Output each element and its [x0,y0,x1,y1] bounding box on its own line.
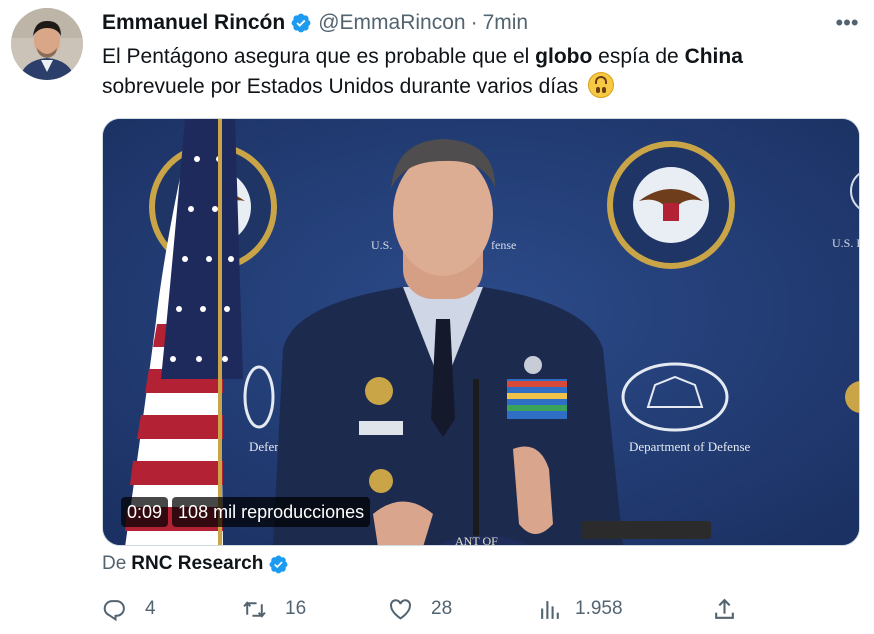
svg-text:fense: fense [491,238,516,252]
retweet-icon [243,600,266,618]
views-button[interactable]: 1.958 [538,597,623,622]
tweet-actions: 4 16 28 1.958 [102,593,747,625]
source-prefix: De [102,553,127,574]
svg-text:ANT OF: ANT OF [455,534,498,546]
tweet-time[interactable]: 7min [483,11,529,35]
tweet-text-part: espía de [592,45,685,68]
video-overlay: 0:09 108 mil reproducciones [121,497,371,527]
svg-text:U.S. D: U.S. D [832,236,860,250]
tweet-header: Emmanuel Rincón @EmmaRincon · 7min ••• [102,9,862,37]
tweet-text-part: sobrevuele por Estados Unidos durante va… [102,75,579,98]
video-player[interactable]: U.S. D U.S. fense Department of Defense … [102,118,860,546]
reply-button[interactable]: 4 [102,597,156,622]
avatar[interactable] [11,8,83,80]
views-count: 1.958 [575,598,623,619]
avatar-photo [11,8,83,80]
tweet-text-bold: globo [535,45,593,68]
video-frame: U.S. D U.S. fense Department of Defense … [103,119,860,546]
like-button[interactable]: 28 [388,597,452,622]
tweet-text-part: El Pentágono asegura que es probable que… [102,45,536,68]
video-source: De RNC Research [102,553,289,575]
svg-text:Department of Defense: Department of Defense [629,439,751,454]
tweet-text: El Pentágono asegura que es probable que… [102,42,852,102]
source-name[interactable]: RNC Research [131,553,263,575]
author-name[interactable]: Emmanuel Rincón [102,11,285,35]
upside-down-face-emoji-icon [588,72,615,98]
reply-count: 4 [145,598,156,619]
retweet-count: 16 [285,598,307,619]
video-time: 0:09 [121,497,169,527]
author-handle[interactable]: @EmmaRincon [318,11,465,35]
separator-dot: · [470,11,478,34]
heart-icon [390,598,411,620]
retweet-button[interactable]: 16 [242,597,306,622]
tweet-text-bold: China [684,45,743,68]
svg-text:U.S.: U.S. [371,238,392,252]
share-button[interactable] [712,597,737,622]
more-options-icon[interactable]: ••• [832,9,862,37]
views-chart-icon [541,600,559,619]
like-count: 28 [431,598,453,619]
verified-badge-icon [290,12,312,34]
share-icon [715,598,734,619]
video-views: 108 mil reproducciones [172,497,371,527]
dod-seal-icon [607,141,735,269]
verified-badge-icon [268,554,289,575]
reply-icon [103,599,125,621]
